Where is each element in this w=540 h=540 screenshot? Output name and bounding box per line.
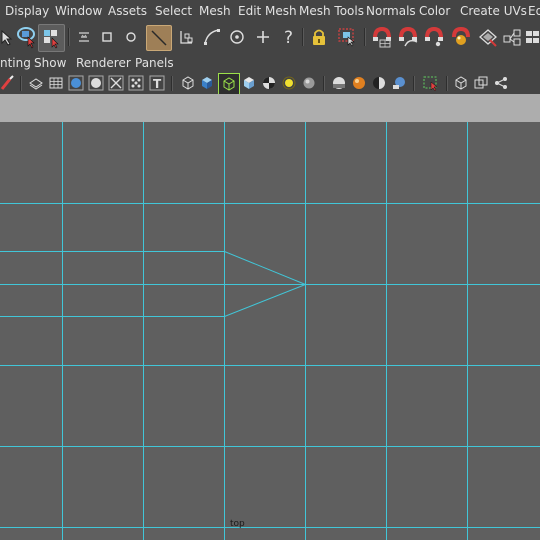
panel-toolbar: T: [0, 73, 540, 94]
magnet-snap-icon[interactable]: [371, 25, 393, 49]
panel-menu-lighting[interactable]: nting: [0, 56, 31, 70]
square-marker-icon[interactable]: [98, 28, 116, 46]
select-tool-icon[interactable]: [0, 27, 14, 47]
cube-select-icon[interactable]: [218, 73, 240, 94]
viewport-header-strip: [0, 94, 540, 122]
toolbar-separator: [20, 76, 22, 91]
viewport-top[interactable]: top: [0, 122, 540, 540]
panel-menu-show[interactable]: Show: [34, 56, 66, 70]
panel-menu-panels[interactable]: Panels: [135, 56, 174, 70]
soft-select-icon[interactable]: [74, 28, 94, 46]
panel-menu-bar: nting Show Renderer Panels: [0, 52, 540, 73]
texture-icon[interactable]: [127, 74, 145, 92]
snap-to-grid-icon[interactable]: [146, 25, 172, 51]
select-frame-icon[interactable]: [421, 74, 441, 92]
toolbar-separator: [302, 28, 304, 46]
menu-create-uvs[interactable]: Create UVs: [460, 4, 527, 18]
text-t-icon[interactable]: T: [148, 74, 166, 92]
sphere-gray-icon[interactable]: [300, 74, 318, 92]
paint-select-icon[interactable]: [38, 24, 65, 52]
menu-window[interactable]: Window: [55, 4, 102, 18]
menu-select[interactable]: Select: [155, 4, 192, 18]
lasso-select-icon[interactable]: [16, 25, 38, 49]
panel-layout-icon[interactable]: [524, 26, 540, 48]
cube-light-icon[interactable]: [240, 74, 258, 92]
sphere-blue-icon[interactable]: [390, 74, 408, 92]
menu-mesh-tools[interactable]: Mesh Tools: [299, 4, 364, 18]
snap-plus-icon[interactable]: [253, 27, 273, 47]
select-camera-icon[interactable]: [336, 26, 358, 48]
cube-outline-icon[interactable]: [452, 74, 470, 92]
menu-color[interactable]: Color: [419, 4, 450, 18]
snap-to-curve-icon[interactable]: [201, 27, 223, 47]
magnet-curve-icon[interactable]: [397, 25, 419, 49]
toolbar-separator: [171, 76, 173, 91]
snap-to-point-icon[interactable]: [227, 27, 247, 47]
svg-text:T: T: [153, 77, 162, 91]
light-bulb-icon[interactable]: [280, 74, 298, 92]
svg-text:?: ?: [284, 28, 293, 47]
viewport-grid: [0, 122, 540, 540]
toolbar-separator: [68, 28, 70, 46]
node-editor-icon[interactable]: [502, 26, 522, 48]
sphere-dark-icon[interactable]: [330, 74, 348, 92]
render-settings-icon[interactable]: [476, 25, 500, 49]
snap-to-vertex-icon[interactable]: [176, 27, 196, 47]
sphere-shade-icon[interactable]: [67, 74, 85, 92]
menu-edit-uvs[interactable]: Ed: [528, 4, 540, 18]
checker-x-icon[interactable]: [107, 74, 125, 92]
camera-label: top: [230, 519, 245, 529]
sphere-half-icon[interactable]: [370, 74, 388, 92]
wireframe-icon[interactable]: [27, 74, 45, 92]
magnet-point-icon[interactable]: [423, 25, 445, 49]
cube-shaded-icon[interactable]: [198, 74, 216, 92]
toolbar-separator: [323, 76, 325, 91]
share-icon[interactable]: [492, 74, 510, 92]
sphere-orange-icon[interactable]: [350, 74, 368, 92]
menu-bar: Display Window Assets Select Mesh Edit M…: [0, 0, 540, 22]
paint-brush-icon[interactable]: [0, 74, 16, 92]
menu-mesh[interactable]: Mesh: [199, 4, 231, 18]
toolbar-separator: [413, 76, 415, 91]
cube-wire-icon[interactable]: [179, 74, 197, 92]
menu-display[interactable]: Display: [5, 4, 49, 18]
lock-icon[interactable]: [309, 26, 329, 48]
toolbar-separator: [364, 28, 366, 46]
panel-menu-renderer[interactable]: Renderer: [76, 56, 131, 70]
menu-normals[interactable]: Normals: [366, 4, 416, 18]
render-sphere-icon[interactable]: [450, 25, 472, 49]
menu-edit-mesh[interactable]: Edit Mesh: [238, 4, 297, 18]
toolbar-separator: [446, 76, 448, 91]
menu-assets[interactable]: Assets: [108, 4, 147, 18]
cube-double-icon[interactable]: [472, 74, 490, 92]
checker-icon[interactable]: [260, 74, 278, 92]
help-question-icon[interactable]: ?: [280, 26, 298, 48]
circle-marker-icon[interactable]: [122, 28, 140, 46]
circle-shade-icon[interactable]: [87, 74, 105, 92]
tool-shelf: ?: [0, 22, 540, 52]
grid-icon[interactable]: [47, 74, 65, 92]
